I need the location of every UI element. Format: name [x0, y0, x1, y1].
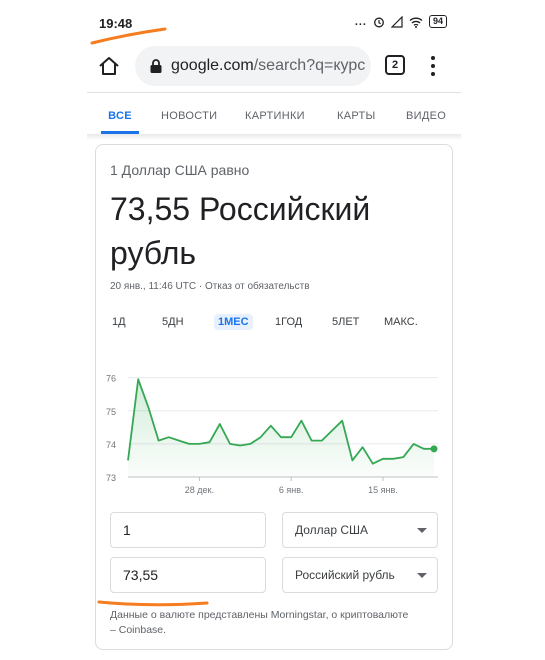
clock: 19:48	[99, 16, 133, 31]
converted-result: 73,55 Российский рубль	[110, 191, 371, 271]
more-dots-icon: ...	[354, 15, 367, 28]
to-currency-select[interactable]: Российский рубль	[282, 557, 438, 593]
range-1d[interactable]: 1Д	[112, 316, 126, 328]
x-tick-label: 6 янв.	[279, 485, 304, 495]
home-icon	[99, 57, 119, 75]
range-5y[interactable]: 5ЛЕТ	[332, 316, 359, 328]
from-currency-select[interactable]: Доллар США	[282, 512, 438, 548]
search-tabs: ВСЕ НОВОСТИ КАРТИНКИ КАРТЫ ВИДЕО	[87, 98, 461, 134]
overflow-menu-button[interactable]	[425, 54, 441, 78]
time-range-selector: 1Д 5ДН 1МЕС 1ГОД 5ЛЕТ МАКС.	[110, 311, 440, 339]
range-max[interactable]: МАКС.	[384, 316, 418, 328]
alarm-icon	[374, 17, 384, 27]
range-1y[interactable]: 1ГОД	[275, 316, 302, 328]
lock-icon	[150, 59, 162, 73]
status-bar: 19:48 ... 94	[87, 0, 461, 40]
url-host: google.com	[171, 57, 254, 74]
menu-dot-icon	[431, 72, 435, 76]
equals-text: 1 Доллар США равно	[110, 162, 250, 178]
tabs-shadow	[87, 134, 461, 140]
toolbar-divider	[87, 92, 461, 93]
y-tick-label: 76	[106, 374, 116, 384]
timestamp: 20 янв., 11:46 UTC · Отказ от обязательс…	[110, 281, 310, 292]
dropdown-arrow-icon	[417, 528, 427, 533]
signal-x-icon	[390, 15, 403, 28]
to-amount-input[interactable]: 73,55	[110, 557, 266, 593]
area-fill	[128, 379, 434, 477]
url-text: google.com/search?q=курс	[171, 57, 367, 75]
tab-images[interactable]: КАРТИНКИ	[245, 98, 305, 122]
status-icons: ... 94	[355, 15, 447, 28]
y-tick-label: 74	[106, 440, 116, 450]
last-point-marker	[430, 445, 438, 453]
from-currency-label: Доллар США	[295, 523, 369, 537]
y-tick-label: 75	[106, 407, 116, 417]
battery-icon: 94	[428, 15, 447, 28]
address-bar[interactable]: google.com/search?q=курс	[135, 46, 371, 86]
home-button[interactable]	[95, 52, 123, 80]
y-tick-label: 73	[106, 473, 116, 483]
data-source-note: Данные о валюте представлены Morningstar…	[110, 609, 409, 636]
timestamp-text: 20 янв., 11:46 UTC ·	[110, 281, 205, 292]
url-path: /search?q=курс	[253, 57, 366, 74]
tab-news[interactable]: НОВОСТИ	[161, 98, 217, 122]
x-tick-label: 28 дек.	[185, 485, 214, 495]
dropdown-arrow-icon	[417, 573, 427, 578]
menu-dot-icon	[431, 64, 435, 68]
range-1m[interactable]: 1МЕС	[214, 314, 253, 330]
menu-dot-icon	[431, 56, 435, 60]
disclaimer-link[interactable]: Отказ от обязательств	[205, 281, 310, 292]
x-tick-label: 15 янв.	[368, 485, 398, 495]
to-currency-label: Российский рубль	[295, 568, 395, 582]
from-amount-input[interactable]: 1	[110, 512, 266, 548]
tab-all[interactable]: ВСЕ	[101, 98, 139, 134]
tab-maps[interactable]: КАРТЫ	[337, 98, 376, 122]
browser-toolbar: google.com/search?q=курс 2	[87, 44, 461, 88]
range-5d[interactable]: 5ДН	[162, 316, 184, 328]
phone-screen: 19:48 ... 94 google.com/search?q=курс 2 …	[87, 0, 461, 660]
wifi-icon	[409, 17, 423, 28]
tab-video[interactable]: ВИДЕО	[406, 98, 450, 122]
tab-switcher-button[interactable]: 2	[385, 55, 405, 75]
currency-converter-card: 1 Доллар США равно 73,55 Российский рубл…	[95, 144, 453, 650]
exchange-rate-chart: 76 75 74 73 28 дек. 6 янв. 15 янв.	[106, 374, 438, 495]
